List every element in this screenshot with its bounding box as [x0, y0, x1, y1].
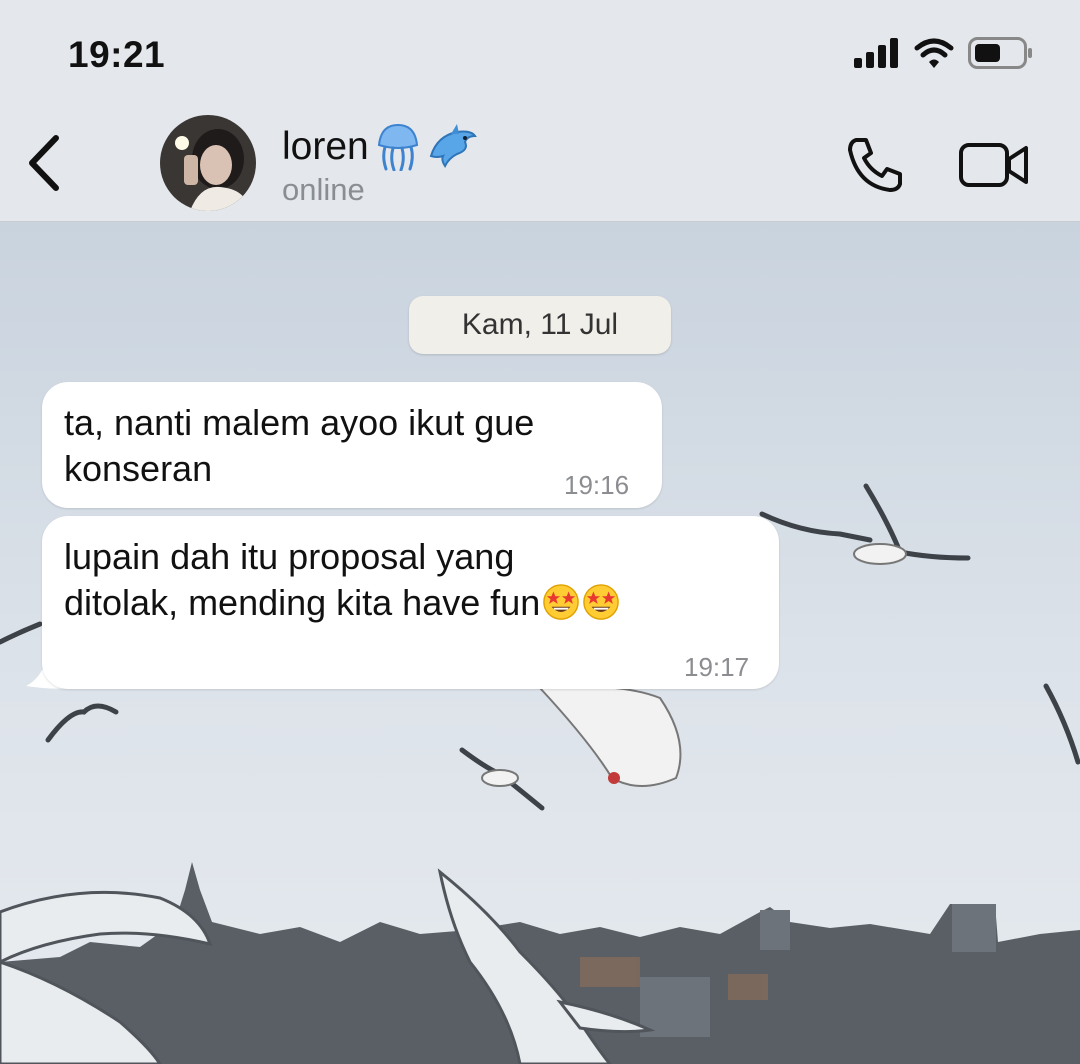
- message-time: 19:17: [684, 652, 750, 682]
- phone-icon: [848, 138, 902, 192]
- video-call-button[interactable]: [958, 140, 1030, 190]
- contact-name[interactable]: loren: [282, 122, 477, 172]
- status-time: 19:21: [68, 34, 166, 75]
- battery-icon: [968, 37, 1032, 69]
- star-struck-emoji-icon: [583, 584, 620, 620]
- message-text: ta, nanti malem ayoo ikut gue konseran: [64, 402, 535, 489]
- message-text: lupain dah itu proposal yang ditolak, me…: [64, 534, 620, 626]
- message-time: 19:16: [564, 470, 630, 500]
- date-separator: Kam, 11 Jul: [409, 296, 671, 354]
- signal-icon: [854, 38, 898, 68]
- voice-call-button[interactable]: [846, 136, 904, 194]
- contact-name-text: loren: [282, 125, 369, 168]
- avatar[interactable]: [160, 115, 256, 211]
- status-icons: [854, 36, 1034, 70]
- incoming-message-bubble[interactable]: lupain dah itu proposal yang ditolak, me…: [42, 516, 779, 689]
- chevron-left-icon: [29, 135, 59, 191]
- video-camera-icon: [959, 143, 1028, 187]
- message-text-content: lupain dah itu proposal yang ditolak, me…: [64, 536, 541, 623]
- back-button[interactable]: [22, 132, 68, 194]
- avatar-photo: [160, 115, 256, 211]
- contact-status: online: [282, 172, 365, 207]
- incoming-message-bubble[interactable]: ta, nanti malem ayoo ikut gue konseran 1…: [42, 382, 662, 508]
- star-struck-emoji-icon: [543, 584, 580, 620]
- dolphin-emoji-icon: [429, 124, 477, 168]
- chat-header: 19:21 loren online: [0, 0, 1080, 222]
- wifi-icon: [914, 38, 954, 68]
- jellyfish-emoji-icon: [377, 123, 418, 171]
